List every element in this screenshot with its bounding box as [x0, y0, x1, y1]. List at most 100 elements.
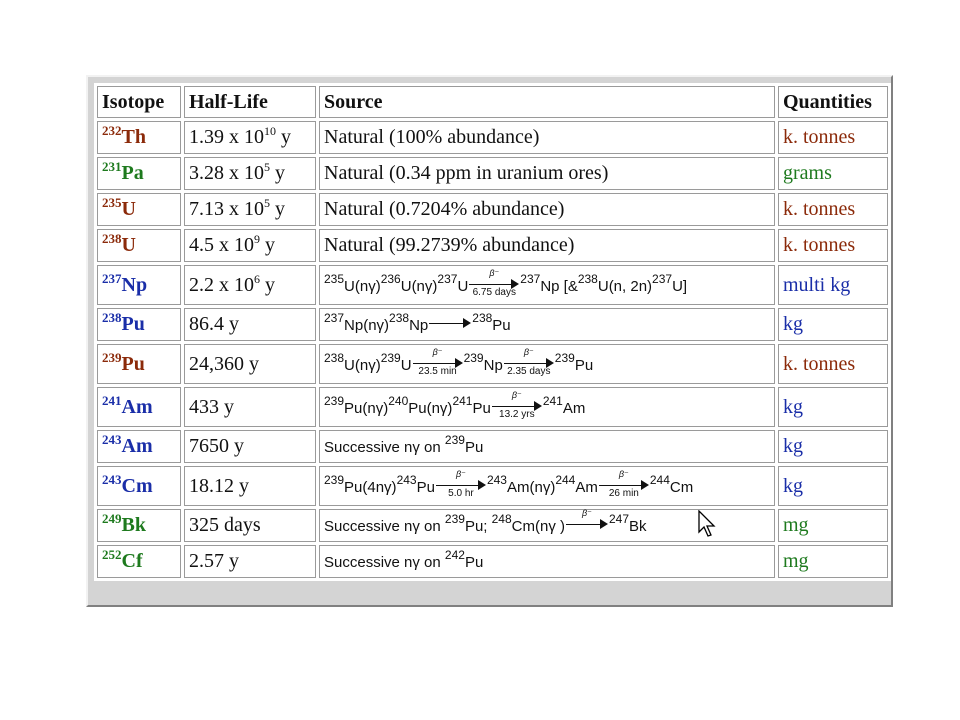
header-row: Isotope Half-Life Source Quantities — [97, 86, 888, 118]
isotope-cell: 237Np — [97, 265, 181, 305]
arrow-line — [435, 484, 480, 486]
reaction-text: Pu — [464, 554, 484, 571]
superscript: 239 — [554, 350, 575, 365]
superscript: 239 — [380, 350, 401, 365]
superscript: 235 — [324, 271, 345, 286]
superscript: 238 — [577, 271, 598, 286]
arrow-label-top: β⁻ — [618, 468, 629, 479]
arrow-label-bottom: 23.5 min — [418, 365, 457, 377]
superscript: 239 — [444, 512, 465, 526]
superscript: 243 — [396, 472, 417, 487]
half-life-unit: y — [281, 126, 291, 148]
superscript: 237 — [520, 271, 541, 286]
quantity-cell: grams — [778, 157, 888, 190]
half-life-cell: 86.4 y — [184, 308, 316, 341]
arrow-line — [491, 405, 536, 407]
reaction-formula: Successive nγ on 242Pu — [324, 549, 484, 571]
reaction-text: U(nγ) — [400, 277, 438, 295]
half-life-unit: y — [265, 273, 275, 296]
reaction-text: Pu — [492, 317, 511, 334]
table-row: 238U 4.5 x 109 y Natural (99.2739% abundan… — [97, 229, 888, 262]
superscript: 241 — [542, 393, 563, 408]
source-text: Natural (99.2739% abundance) — [324, 234, 575, 256]
isotope-cell: 243Cm — [97, 466, 181, 506]
mass-number: 238 — [102, 310, 122, 325]
table-row: 237Np 2.2 x 106 y 235U(nγ)236U(nγ)237U β⁻ 6.… — [97, 265, 888, 305]
arrow-line — [469, 283, 514, 285]
quantity-cell: k. tonnes — [778, 193, 888, 226]
reaction-text: U(n, 2n) — [597, 277, 653, 295]
reaction-arrow: β⁻ — [565, 508, 608, 534]
half-life-exponent: 9 — [254, 232, 260, 246]
half-life-cell: 24,360 y — [184, 344, 316, 384]
quantity-cell: mg — [778, 545, 888, 578]
table-body: 232Th 1.39 x 1010 y Natural (100% abundanc… — [97, 121, 888, 578]
superscript: 244 — [555, 472, 576, 487]
arrow-label-bottom: 6.75 days — [472, 286, 516, 298]
reaction-text: Am — [562, 399, 586, 417]
arrow-label-bottom: 26 min — [608, 487, 639, 499]
half-life-cell: 3.28 x 105 y — [184, 157, 316, 190]
reaction-text: Np [& — [540, 277, 578, 295]
superscript: 241 — [452, 393, 473, 408]
table-row: 243Am 7650 y Successive nγ on 239Pu kg — [97, 430, 888, 463]
element-symbol: U — [121, 198, 136, 220]
mass-number: 235 — [102, 195, 122, 210]
reaction-text: U] — [672, 277, 688, 295]
reaction-text: U(nγ) — [344, 277, 381, 295]
table-row: 238Pu 86.4 y 237Np(nγ)238Np 238Pu kg — [97, 308, 888, 341]
mass-number: 241 — [102, 392, 122, 408]
reaction-formula: Successive nγ on 239Pu; 248Cm(nγ ) β⁻ 247B… — [324, 508, 647, 535]
quantity-cell: mg — [778, 509, 888, 542]
half-life-cell: 7.13 x 105 y — [184, 193, 316, 226]
half-life-value: 7.13 x 10 — [189, 198, 264, 220]
source-cell: Natural (99.2739% abundance) — [319, 229, 775, 262]
arrow-line — [429, 323, 466, 324]
table-row: 241Am 433 y 239Pu(nγ)240Pu(nγ)241Pu β⁻ 13.2 … — [97, 387, 888, 427]
table-row: 249Bk 325 days Successive nγ on 239Pu; 248… — [97, 508, 888, 542]
reaction-arrow: β⁻ 2.35 days — [503, 347, 554, 377]
half-life-value: 433 y — [189, 395, 234, 418]
half-life-value: 2.57 y — [189, 550, 239, 572]
element-symbol: Am — [121, 435, 153, 457]
mass-number: 237 — [102, 270, 122, 286]
reaction-arrow: β⁻ 13.2 yrs — [491, 390, 542, 420]
reaction-text: Successive nγ on — [324, 518, 441, 535]
source-cell: 239Pu(nγ)240Pu(nγ)241Pu β⁻ 13.2 yrs 241Am — [319, 387, 775, 427]
superscript: 247 — [608, 512, 630, 526]
superscript: 238 — [324, 350, 345, 365]
table-row: 239Pu 24,360 y 238U(nγ)239U β⁻ 23.5 min 239Np… — [97, 344, 888, 384]
reaction-text: Pu — [574, 356, 594, 374]
half-life-value: 1.39 x 10 — [189, 126, 264, 148]
reaction-text: U — [457, 277, 469, 295]
reaction-text: Am — [575, 478, 598, 496]
superscript: 239 — [444, 433, 465, 447]
isotope-cell: 241Am — [97, 387, 181, 427]
source-cell: 237Np(nγ)238Np 238Pu — [319, 308, 775, 341]
arrow-head-icon — [599, 519, 608, 529]
element-symbol: Th — [121, 126, 146, 148]
half-life-unit: y — [275, 198, 285, 220]
half-life-value: 2.2 x 10 — [189, 273, 254, 296]
superscript: 239 — [324, 393, 345, 408]
reaction-text: Np(nγ) — [344, 317, 390, 334]
reaction-text: Pu(4nγ) — [344, 478, 397, 496]
arrow-line — [412, 362, 457, 364]
arrow-label-top: β⁻ — [511, 389, 522, 400]
quantity-cell: kg — [778, 387, 888, 427]
source-cell: Natural (100% abundance) — [319, 121, 775, 154]
reaction-formula: 238U(nγ)239U β⁻ 23.5 min 239Np β⁻ 2.35 days 23… — [324, 347, 594, 377]
superscript: 239 — [324, 472, 345, 487]
isotope-cell: 249Bk — [97, 509, 181, 542]
reaction-text: U — [400, 356, 412, 374]
table-row: 231Pa 3.28 x 105 y Natural (0.34 ppm in ur… — [97, 157, 888, 190]
quantity-cell: multi kg — [778, 265, 888, 305]
half-life-value: 4.5 x 10 — [189, 234, 254, 256]
header-isotope: Isotope — [97, 86, 181, 118]
arrow-label-top: β⁻ — [489, 267, 500, 278]
superscript: 238 — [389, 311, 410, 325]
element-symbol: Am — [121, 395, 153, 418]
arrow-line — [565, 524, 602, 525]
half-life-exponent: 5 — [264, 160, 270, 174]
half-life-exponent: 5 — [264, 196, 270, 210]
